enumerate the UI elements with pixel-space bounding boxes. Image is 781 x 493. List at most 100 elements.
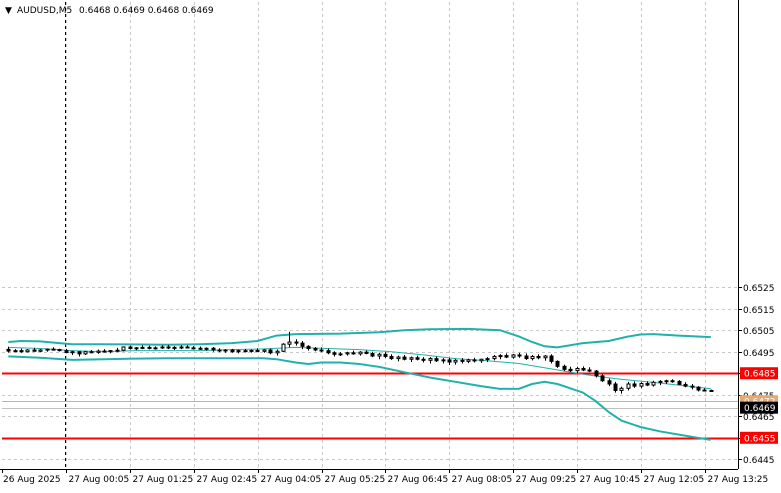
x-tick-label: 27 Aug 02:45 <box>197 475 258 485</box>
y-tick-label: 0.6465 <box>743 413 775 423</box>
candle-body <box>294 341 299 344</box>
candle-body <box>338 353 343 356</box>
candle-body <box>51 348 56 351</box>
candle-body <box>447 359 452 363</box>
candle-body <box>115 349 120 352</box>
candle-body <box>230 349 235 353</box>
candle-body <box>696 386 701 391</box>
candle-body <box>453 359 458 363</box>
candle-body <box>530 355 535 360</box>
candle-body <box>658 380 663 383</box>
candle-body <box>396 356 401 360</box>
candle-body <box>555 360 560 367</box>
chart-header: ▼ AUDUSD,M5 0.6468 0.6469 0.6468 0.6469 <box>5 6 214 16</box>
candle-body <box>645 383 650 386</box>
candle-body <box>89 351 94 354</box>
candle-body <box>204 347 209 350</box>
candle-body <box>153 347 158 350</box>
collapse-triangle-icon[interactable]: ▼ <box>5 6 12 16</box>
x-tick-label: 27 Aug 06:45 <box>388 475 449 485</box>
candle-body <box>536 355 541 359</box>
candle-body <box>479 358 484 362</box>
ohlc-values: 0.6468 0.6469 0.6468 0.6469 <box>79 6 214 16</box>
candle-body <box>191 347 196 350</box>
candle-body <box>626 383 631 389</box>
candle-body <box>326 350 331 354</box>
candle-body <box>134 347 139 350</box>
x-tick-label: 27 Aug 08:05 <box>452 475 513 485</box>
candle-body <box>166 346 171 349</box>
candle-body <box>549 355 554 362</box>
candle-body <box>364 351 369 354</box>
candle-body <box>377 353 382 357</box>
bid-price-label: 0.6469 <box>744 404 776 414</box>
candle-body <box>281 343 286 352</box>
candle-body <box>77 351 82 355</box>
level-price-label: 0.6485 <box>744 370 776 380</box>
candle-body <box>677 380 682 385</box>
candle-body <box>198 347 203 350</box>
candle-body <box>172 346 177 349</box>
candle-body <box>38 349 43 352</box>
y-tick-label: 0.6445 <box>743 456 775 466</box>
candle-body <box>492 355 497 360</box>
candle-body <box>102 350 107 353</box>
candle-body <box>639 383 644 387</box>
candle-body <box>70 351 75 354</box>
candle-body <box>690 385 695 388</box>
candle-body <box>421 358 426 361</box>
x-tick-label: 27 Aug 12:05 <box>644 475 705 485</box>
candle-body <box>587 369 592 372</box>
candle-body <box>25 349 30 353</box>
candle-body <box>96 350 101 353</box>
candle-body <box>268 349 273 354</box>
candle-body <box>6 348 11 352</box>
candle-body <box>319 349 324 352</box>
y-tick-label: 0.6505 <box>743 327 775 337</box>
candle-body <box>140 346 145 349</box>
x-tick-label: 27 Aug 13:25 <box>708 475 769 485</box>
price-chart[interactable]: 0.65250.65150.65050.64950.64850.64750.64… <box>0 0 781 489</box>
symbol-label: AUDUSD,M5 <box>17 6 72 16</box>
candle-body <box>498 355 503 358</box>
candle-body <box>57 349 62 352</box>
y-tick-label: 0.6495 <box>743 349 775 359</box>
candle-body <box>160 346 165 349</box>
candle-body <box>651 381 656 386</box>
candle-body <box>83 351 88 355</box>
candle-body <box>441 359 446 362</box>
candle-body <box>524 355 529 360</box>
candle-body <box>370 352 375 357</box>
candle-body <box>402 356 407 360</box>
candle-body <box>428 358 433 361</box>
candle-body <box>275 350 280 354</box>
candle-body <box>332 352 337 355</box>
candle-body <box>147 346 152 349</box>
candle-body <box>249 349 254 352</box>
candle-body <box>511 354 516 358</box>
candle-body <box>664 380 669 383</box>
candle-body <box>45 348 50 351</box>
candle-body <box>594 370 599 377</box>
chart-area[interactable]: 0.65250.65150.65050.64950.64850.64750.64… <box>0 0 781 489</box>
x-tick-label: 27 Aug 04:05 <box>261 475 322 485</box>
candle-body <box>306 345 311 349</box>
candle-body <box>466 359 471 362</box>
candle-body <box>619 387 624 391</box>
y-tick-label: 0.6525 <box>743 284 775 294</box>
candle-body <box>702 389 707 392</box>
x-tick-label: 27 Aug 09:25 <box>516 475 577 485</box>
candle-body <box>64 350 69 354</box>
candle-body <box>345 352 350 355</box>
candle-body <box>581 367 586 371</box>
candle-body <box>358 351 363 355</box>
candle-body <box>128 346 133 349</box>
candle-body <box>517 354 522 357</box>
candle-body <box>236 350 241 353</box>
candle-body <box>434 358 439 362</box>
chart-background <box>0 0 781 489</box>
candle-body <box>613 383 618 391</box>
candle-body <box>179 346 184 349</box>
candle-body <box>409 357 414 360</box>
candle-body <box>223 349 228 352</box>
